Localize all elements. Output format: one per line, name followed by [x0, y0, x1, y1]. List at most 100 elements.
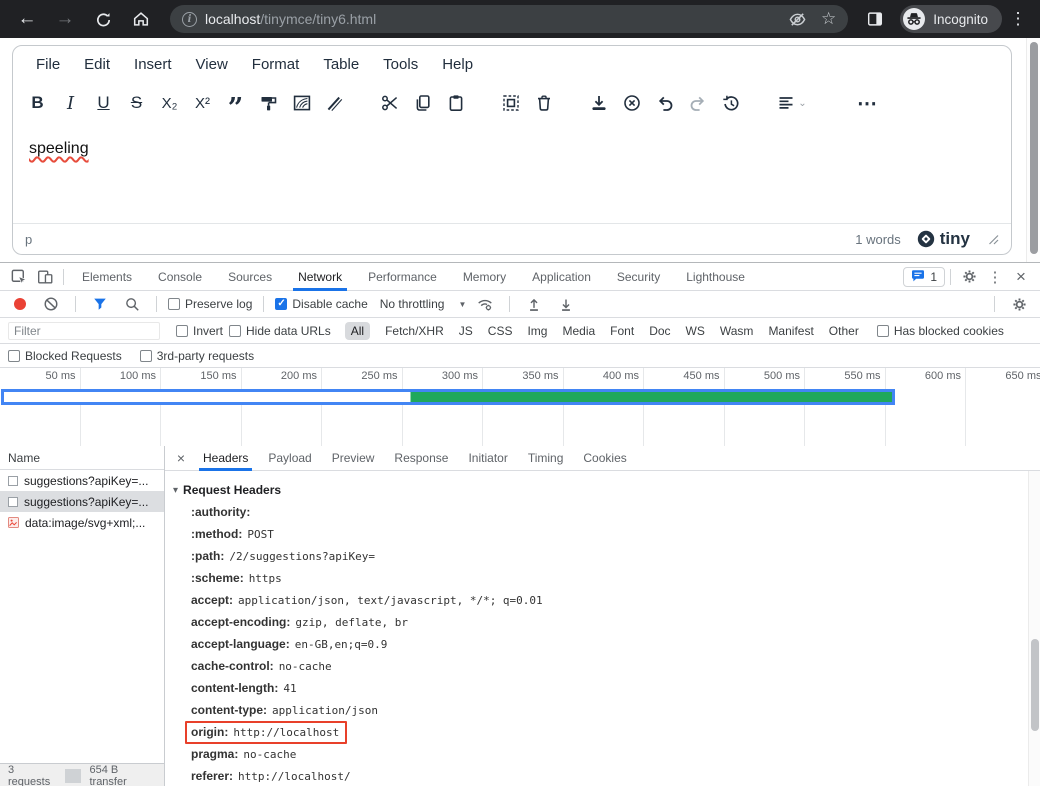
forward-button[interactable]: → — [48, 4, 82, 34]
align-button[interactable]: ⌄ — [769, 86, 815, 120]
eye-off-icon[interactable] — [788, 10, 807, 29]
export-har-button[interactable] — [553, 292, 579, 316]
tab-application[interactable]: Application — [519, 263, 604, 291]
device-toolbar-button[interactable] — [32, 265, 58, 289]
copy-button[interactable] — [406, 86, 439, 120]
subscript-button[interactable]: X₂ — [153, 86, 186, 120]
tab-preview[interactable]: Preview — [322, 446, 385, 471]
permanent-pen-button[interactable] — [318, 86, 351, 120]
strikethrough-button[interactable]: S — [120, 86, 153, 120]
menu-table[interactable]: Table — [312, 52, 370, 77]
more-toolbar-button[interactable]: ⋯ — [851, 86, 884, 120]
address-bar[interactable]: i localhost/tinymce/tiny6.html ☆ — [170, 5, 848, 33]
filter-type-wasm[interactable]: Wasm — [720, 324, 754, 338]
tab-cookies[interactable]: Cookies — [573, 446, 636, 471]
import-har-button[interactable] — [521, 292, 547, 316]
network-settings-button[interactable] — [1006, 292, 1032, 316]
devtools-close-button[interactable]: × — [1008, 267, 1034, 287]
menu-view[interactable]: View — [185, 52, 239, 77]
cut-button[interactable] — [373, 86, 406, 120]
network-search-button[interactable] — [119, 292, 145, 316]
tab-payload[interactable]: Payload — [258, 446, 321, 471]
detail-scrollbar[interactable] — [1028, 471, 1040, 786]
tab-security[interactable]: Security — [604, 263, 673, 291]
page-scrollbar-thumb[interactable] — [1030, 42, 1038, 254]
superscript-button[interactable]: X² — [186, 86, 219, 120]
blockquote-button[interactable]: ” — [219, 86, 252, 120]
browser-menu-button[interactable]: ⋮ — [1006, 9, 1030, 29]
restore-draft-button[interactable] — [714, 86, 747, 120]
bold-button[interactable]: B — [21, 86, 54, 120]
tab-headers[interactable]: Headers — [193, 446, 258, 471]
edit-image-button[interactable] — [285, 86, 318, 120]
menu-file[interactable]: File — [25, 52, 71, 77]
menu-tools[interactable]: Tools — [372, 52, 429, 77]
filter-toggle-button[interactable] — [87, 292, 113, 316]
preserve-log-checkbox[interactable]: Preserve log — [168, 297, 252, 311]
menu-insert[interactable]: Insert — [123, 52, 183, 77]
has-blocked-cookies-checkbox[interactable]: Has blocked cookies — [877, 324, 1004, 338]
devtools-settings-button[interactable] — [956, 265, 982, 289]
filter-type-font[interactable]: Font — [610, 324, 634, 338]
request-row[interactable]: data:image/svg+xml;... — [0, 512, 164, 533]
request-headers-section[interactable]: ▾ Request Headers — [173, 479, 1026, 501]
filter-type-ws[interactable]: WS — [686, 324, 705, 338]
editor-content[interactable]: speeling — [13, 124, 1011, 223]
cancel-button[interactable] — [615, 86, 648, 120]
tab-network[interactable]: Network — [285, 263, 355, 291]
clear-network-button[interactable] — [38, 292, 64, 316]
network-conditions-button[interactable] — [472, 292, 498, 316]
page-info-icon[interactable]: i — [182, 12, 197, 27]
filter-type-other[interactable]: Other — [829, 324, 859, 338]
tiny-brand[interactable]: tiny — [917, 229, 970, 249]
home-button[interactable] — [124, 4, 158, 34]
menu-format[interactable]: Format — [241, 52, 311, 77]
select-all-button[interactable] — [494, 86, 527, 120]
issues-counter[interactable]: 1 — [903, 267, 945, 287]
record-button[interactable] — [14, 298, 26, 310]
disable-cache-checkbox[interactable]: Disable cache — [275, 297, 367, 311]
word-count[interactable]: 1 words — [855, 232, 901, 247]
filter-type-manifest[interactable]: Manifest — [768, 324, 813, 338]
tab-timing[interactable]: Timing — [518, 446, 574, 471]
tab-performance[interactable]: Performance — [355, 263, 450, 291]
paste-button[interactable] — [439, 86, 472, 120]
invert-checkbox[interactable]: Invert — [176, 324, 223, 338]
filter-type-doc[interactable]: Doc — [649, 324, 670, 338]
tab-elements[interactable]: Elements — [69, 263, 145, 291]
filter-type-fetchxhr[interactable]: Fetch/XHR — [385, 324, 444, 338]
filter-input[interactable] — [8, 322, 160, 340]
element-path[interactable]: p — [25, 232, 855, 247]
export-button[interactable] — [582, 86, 615, 120]
resize-handle-icon[interactable] — [988, 234, 999, 245]
page-scrollbar[interactable] — [1026, 38, 1040, 262]
reload-button[interactable] — [86, 4, 120, 34]
filter-type-js[interactable]: JS — [459, 324, 473, 338]
tab-sources[interactable]: Sources — [215, 263, 285, 291]
detail-scrollbar-thumb[interactable] — [1031, 639, 1039, 731]
request-row[interactable]: suggestions?apiKey=... — [0, 470, 164, 491]
filter-type-all[interactable]: All — [345, 322, 370, 340]
hide-data-urls-checkbox[interactable]: Hide data URLs — [229, 324, 331, 338]
tab-console[interactable]: Console — [145, 263, 215, 291]
tab-response[interactable]: Response — [384, 446, 458, 471]
undo-button[interactable] — [648, 86, 681, 120]
filter-type-css[interactable]: CSS — [488, 324, 513, 338]
inspect-element-button[interactable] — [6, 265, 32, 289]
menu-edit[interactable]: Edit — [73, 52, 121, 77]
filter-type-media[interactable]: Media — [562, 324, 595, 338]
back-button[interactable]: ← — [10, 4, 44, 34]
name-column-header[interactable]: Name — [0, 446, 164, 470]
throttling-select[interactable]: No throttling ▼ — [380, 297, 467, 311]
bookmark-star-icon[interactable]: ☆ — [821, 9, 836, 29]
blocked-requests-checkbox[interactable]: Blocked Requests — [8, 349, 122, 363]
tab-lighthouse[interactable]: Lighthouse — [673, 263, 758, 291]
italic-button[interactable]: I — [54, 86, 87, 120]
filter-type-img[interactable]: Img — [527, 324, 547, 338]
misspelled-word[interactable]: speeling — [29, 140, 89, 157]
tab-initiator[interactable]: Initiator — [458, 446, 517, 471]
detail-close-button[interactable]: × — [169, 450, 193, 466]
side-panel-button[interactable] — [860, 7, 890, 31]
underline-button[interactable]: U — [87, 86, 120, 120]
request-row-selected[interactable]: suggestions?apiKey=... — [0, 491, 164, 512]
